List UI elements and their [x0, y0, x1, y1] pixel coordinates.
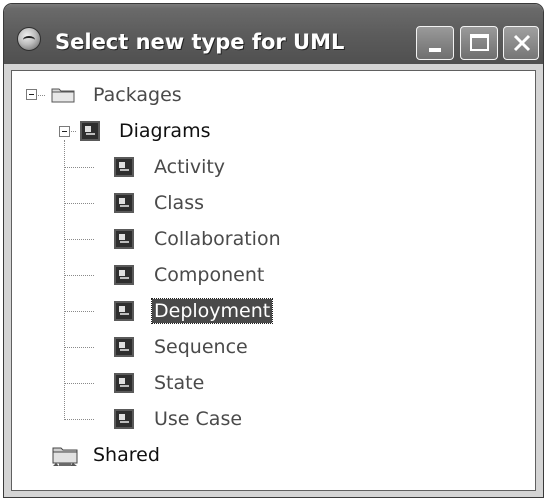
- tree-item-label: State: [154, 372, 205, 394]
- tree-node-label: Packages: [93, 84, 182, 106]
- diagrams-expander[interactable]: [59, 126, 70, 137]
- tree-connector: [64, 275, 94, 276]
- diagram-icon: [114, 373, 134, 393]
- tree-item-label: Collaboration: [154, 228, 281, 250]
- tree-connector: [64, 383, 94, 384]
- diagram-icon: [114, 301, 134, 321]
- diagram-icon: [114, 337, 134, 357]
- tree-node-shared[interactable]: Shared: [45, 440, 205, 470]
- diagram-icon: [80, 121, 100, 141]
- tree-item[interactable]: Sequence: [94, 332, 294, 362]
- tree-item[interactable]: State: [94, 368, 294, 398]
- tree-item-label: Activity: [154, 156, 226, 178]
- tree-connector: [64, 419, 94, 420]
- diagram-icon: [114, 157, 134, 177]
- type-tree[interactable]: Packages Diagrams Activity Class Collabo…: [11, 70, 536, 491]
- folder-icon: [51, 88, 75, 103]
- shared-folder-icon: [52, 447, 78, 466]
- tree-connector: [64, 311, 94, 312]
- packages-expander[interactable]: [26, 89, 37, 100]
- tree-connector: [64, 140, 65, 418]
- tree-item-selected[interactable]: Deployment: [94, 296, 294, 326]
- globe-icon[interactable]: [17, 27, 41, 51]
- tree-item[interactable]: Component: [94, 260, 294, 290]
- tree-node-label: Shared: [93, 444, 160, 466]
- minimize-icon: [429, 48, 441, 52]
- tree-item[interactable]: Collaboration: [94, 224, 294, 254]
- title-bar[interactable]: Select new type for UML: [4, 4, 543, 64]
- tree-connector: [64, 347, 94, 348]
- tree-item-label: Component: [154, 264, 265, 286]
- tree-node-label: Diagrams: [119, 120, 211, 142]
- tree-connector: [64, 239, 94, 240]
- tree-item[interactable]: Activity: [94, 152, 294, 182]
- maximize-button[interactable]: [460, 26, 498, 60]
- tree-connector: [64, 167, 94, 168]
- tree-item-label: Use Case: [154, 408, 243, 430]
- diagram-icon: [114, 229, 134, 249]
- diagram-icon: [114, 409, 134, 429]
- window-title: Select new type for UML: [55, 30, 345, 54]
- tree-item[interactable]: Class: [94, 188, 294, 218]
- tree-item-label: Deployment: [150, 298, 274, 324]
- tree-node-packages[interactable]: Packages: [45, 80, 205, 110]
- diagram-icon: [114, 193, 134, 213]
- select-type-dialog: Select new type for UML Packages Diagram…: [3, 3, 544, 498]
- tree-item[interactable]: Use Case: [94, 404, 294, 434]
- close-button[interactable]: [503, 26, 539, 60]
- diagram-icon: [114, 265, 134, 285]
- tree-item-label: Sequence: [154, 336, 248, 358]
- tree-node-diagrams[interactable]: Diagrams: [76, 116, 236, 146]
- tree-item-label: Class: [154, 192, 204, 214]
- close-icon: [513, 34, 531, 52]
- maximize-icon: [470, 34, 489, 51]
- minimize-button[interactable]: [416, 26, 454, 60]
- tree-connector: [64, 203, 94, 204]
